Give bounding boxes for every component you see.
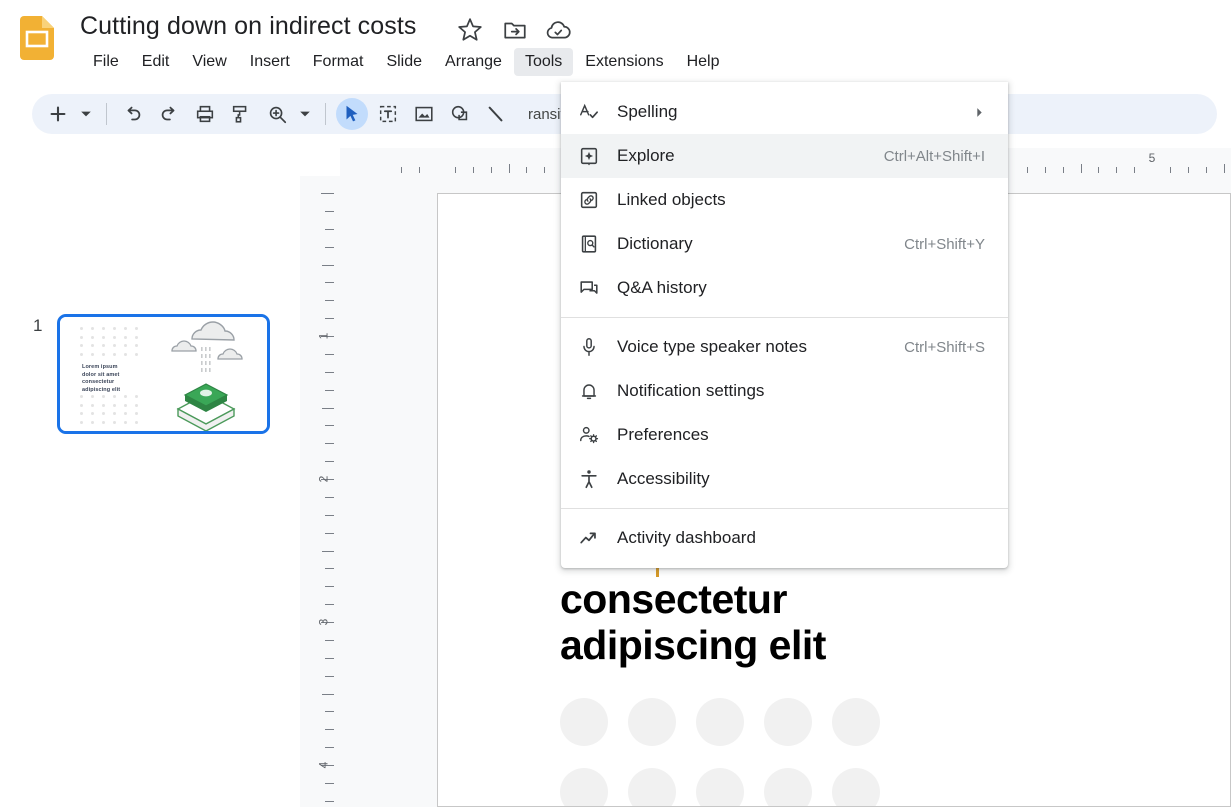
bell-icon — [561, 380, 617, 402]
image-icon[interactable] — [408, 98, 440, 130]
line-icon[interactable] — [480, 98, 512, 130]
menu-item-qa-history[interactable]: Q&A history — [561, 266, 1008, 310]
menu-separator-2 — [561, 508, 1008, 509]
slide-thumbnail-1[interactable]: Lorem ipsum dolor sit amet consectetur adip… — [57, 314, 270, 434]
submenu-arrow-icon — [974, 107, 1008, 118]
redo-button[interactable] — [153, 98, 185, 130]
ruler-label: 5 — [1148, 151, 1156, 165]
new-slide-dropdown[interactable] — [76, 98, 96, 130]
menu-item-label: Preferences — [617, 425, 709, 444]
ruler-label: 2 — [316, 475, 331, 483]
menu-extensions[interactable]: Extensions — [574, 48, 674, 76]
paint-format-button[interactable] — [225, 98, 257, 130]
menu-bar: File Edit View Insert Format Slide Arran… — [82, 48, 731, 76]
menu-item-shortcut: Ctrl+Shift+Y — [904, 235, 985, 253]
menu-tools[interactable]: Tools — [513, 48, 574, 76]
slide-thumbnail-panel: 1 Lorem ipsum dolor sit amet consectetur ad… — [0, 142, 300, 807]
google-slides-logo[interactable] — [20, 16, 54, 60]
menu-file[interactable]: File — [82, 48, 130, 76]
menu-item-label: Dictionary — [617, 234, 693, 253]
move-to-folder-icon[interactable] — [502, 17, 528, 43]
thumbnail-illustration — [171, 321, 243, 431]
menu-item-label: Spelling — [617, 102, 678, 121]
new-slide-button[interactable] — [42, 98, 74, 130]
menu-item-shortcut: Ctrl+Shift+S — [904, 338, 985, 356]
menu-item-preferences[interactable]: Preferences — [561, 413, 1008, 457]
person-gear-icon — [561, 424, 617, 446]
menu-insert[interactable]: Insert — [239, 48, 301, 76]
select-tool-button[interactable] — [336, 98, 368, 130]
menu-item-spelling[interactable]: Spelling — [561, 90, 1008, 134]
slide-heading[interactable]: consectetur adipiscing elit — [560, 576, 826, 668]
toolbar-divider-1 — [106, 103, 107, 125]
menu-item-activity-dashboard[interactable]: Activity dashboard — [561, 516, 1008, 560]
tools-dropdown-menu[interactable]: Spelling Explore Ctrl+Alt+Shift+I Linked… — [561, 82, 1008, 568]
undo-button[interactable] — [117, 98, 149, 130]
spellcheck-icon — [561, 101, 617, 123]
menu-item-dictionary[interactable]: Dictionary Ctrl+Shift+Y — [561, 222, 1008, 266]
zoom-dropdown[interactable] — [295, 98, 315, 130]
menu-edit[interactable]: Edit — [131, 48, 181, 76]
explore-icon — [561, 145, 617, 167]
menu-item-explore[interactable]: Explore Ctrl+Alt+Shift+I — [561, 134, 1008, 178]
shape-icon[interactable] — [444, 98, 476, 130]
dictionary-icon — [561, 233, 617, 255]
menu-format[interactable]: Format — [302, 48, 375, 76]
menu-item-voice-type-speaker-notes[interactable]: Voice type speaker notes Ctrl+Shift+S — [561, 325, 1008, 369]
menu-help[interactable]: Help — [676, 48, 731, 76]
document-title[interactable]: Cutting down on indirect costs — [80, 12, 417, 41]
menu-separator-1 — [561, 317, 1008, 318]
slide-heading-line-1: consectetur — [560, 576, 787, 622]
slide-heading-line-2: adipiscing elit — [560, 622, 826, 668]
ruler-label: 1 — [316, 332, 331, 340]
menu-item-label: Voice type speaker notes — [617, 337, 807, 356]
menu-item-label: Activity dashboard — [617, 528, 756, 547]
menu-view[interactable]: View — [181, 48, 237, 76]
menu-item-label: Linked objects — [617, 190, 726, 209]
trending-up-icon — [561, 527, 617, 549]
qa-history-icon — [561, 277, 617, 299]
vertical-ruler[interactable]: 1 2 3 4 — [300, 176, 340, 807]
thumbnail-content: Lorem ipsum dolor sit amet consectetur adip… — [60, 317, 267, 431]
microphone-icon — [561, 336, 617, 358]
menu-arrange[interactable]: Arrange — [434, 48, 513, 76]
star-icon[interactable] — [457, 17, 483, 43]
menu-item-notification-settings[interactable]: Notification settings — [561, 369, 1008, 413]
toolbar-divider-2 — [325, 103, 326, 125]
ruler-label: 3 — [316, 618, 331, 626]
menu-item-accessibility[interactable]: Accessibility — [561, 457, 1008, 501]
cloud-saved-icon[interactable] — [545, 17, 571, 43]
text-box-button[interactable] — [372, 98, 404, 130]
print-button[interactable] — [189, 98, 221, 130]
accessibility-icon — [561, 468, 617, 490]
menu-item-label: Notification settings — [617, 381, 765, 400]
menu-item-label: Explore — [617, 146, 675, 165]
menu-item-shortcut: Ctrl+Alt+Shift+I — [883, 147, 985, 165]
zoom-button[interactable] — [261, 98, 293, 130]
menu-item-label: Accessibility — [617, 469, 710, 488]
ruler-label: 4 — [316, 761, 331, 769]
linked-objects-icon — [561, 189, 617, 211]
menu-item-linked-objects[interactable]: Linked objects — [561, 178, 1008, 222]
menu-slide[interactable]: Slide — [375, 48, 433, 76]
slide-number-label: 1 — [33, 316, 43, 335]
menu-item-label: Q&A history — [617, 278, 707, 297]
